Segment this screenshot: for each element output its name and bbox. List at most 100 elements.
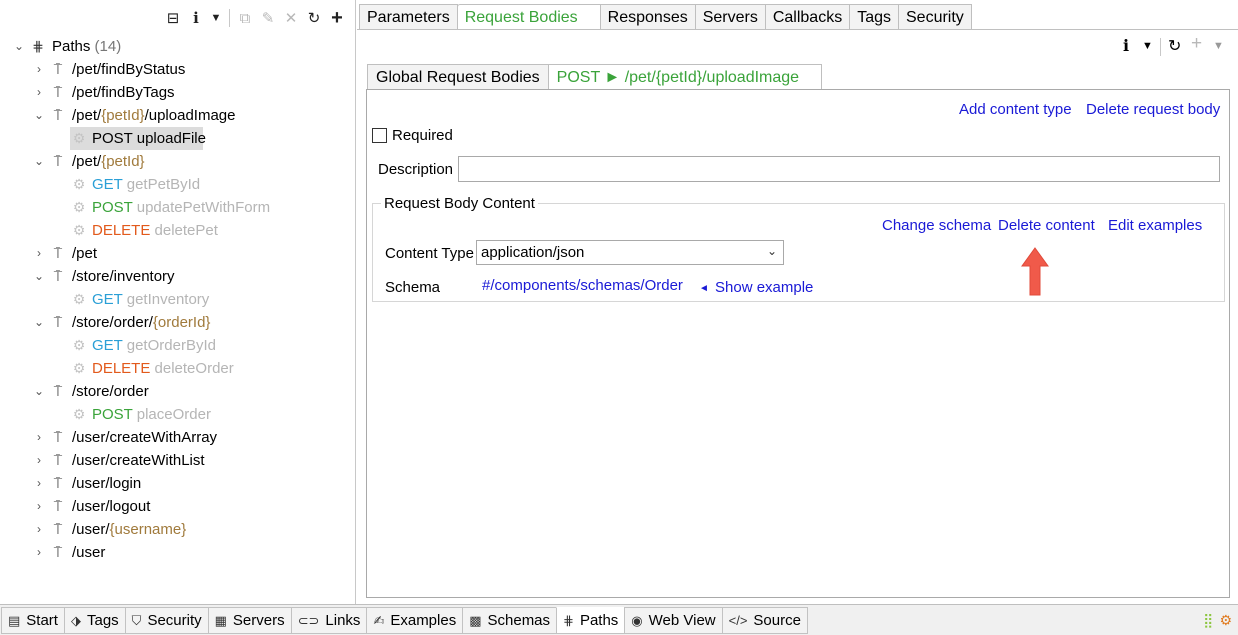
chevron-right-icon[interactable]: › — [32, 518, 46, 541]
path-part: /pet/ — [72, 153, 102, 170]
path-label: /store/order — [72, 383, 149, 400]
tree-operation-item[interactable]: ⚙ GET getOrderById — [0, 334, 356, 357]
info-icon[interactable]: i — [1123, 36, 1129, 58]
schema-icon: ▩ — [469, 612, 482, 628]
chevron-down-icon[interactable]: ▼ — [207, 9, 225, 27]
chevron-right-icon[interactable]: › — [32, 58, 46, 81]
method-label: DELETE — [92, 360, 151, 377]
chevron-right-icon[interactable]: › — [32, 242, 46, 265]
chevron-down-icon[interactable]: ⌄ — [12, 35, 26, 58]
tab-post-upload-image[interactable]: POST ► /pet/{petId}/uploadImage — [547, 64, 823, 90]
edit-examples-link[interactable]: Edit examples — [1108, 217, 1202, 234]
tree-operation-item[interactable]: ⚙ GET getInventory — [0, 288, 356, 311]
copy-icon[interactable]: ⧉ — [236, 9, 254, 27]
tree-operation-item[interactable]: ⚙ DELETE deletePet — [0, 219, 356, 242]
tree-operation-item[interactable]: ⚙ DELETE deleteOrder — [0, 357, 356, 380]
tree-path-item[interactable]: › ⍑ /user/createWithArray — [0, 426, 356, 449]
operation-label: DELETE deleteOrder — [92, 357, 234, 380]
chevron-down-icon[interactable]: ▼ — [1213, 40, 1224, 62]
path-label: /pet/findByTags — [72, 84, 175, 101]
collapse-all-icon[interactable]: ⊟ — [164, 9, 182, 27]
tree-path-item[interactable]: › ⍑ /pet/findByStatus — [0, 58, 356, 81]
required-checkbox[interactable] — [372, 128, 387, 143]
tab-request-bodies[interactable]: Request Bodies — [456, 4, 601, 30]
schema-ref-link[interactable]: #/components/schemas/Order — [482, 277, 683, 294]
path-icon: ⍑ — [53, 429, 63, 445]
chevron-right-icon[interactable]: › — [32, 495, 46, 518]
info-icon[interactable]: i — [187, 9, 205, 27]
path-param: {orderId} — [152, 314, 211, 331]
tree-root-paths[interactable]: ⌄ ⋕ Paths (14) — [0, 35, 356, 58]
tab-servers-bottom[interactable]: ▦ Servers — [207, 607, 292, 634]
chevron-right-icon[interactable]: › — [32, 426, 46, 449]
tab-schemas[interactable]: ▩ Schemas — [462, 607, 558, 634]
path-label: /user/createWithArray — [72, 429, 218, 446]
add-icon[interactable]: + — [328, 7, 346, 29]
tab-links[interactable]: ⊂⊃ Links — [290, 607, 368, 634]
tree-path-item[interactable]: › ⍑ /user/login — [0, 472, 356, 495]
delete-request-body-link[interactable]: Delete request body — [1086, 101, 1220, 118]
change-schema-link[interactable]: Change schema — [882, 217, 991, 234]
tree-path-item[interactable]: ⌄ ⍑ /store/order — [0, 380, 356, 403]
tree-path-item[interactable]: ⌄ ⍑ /store/order/{orderId} — [0, 311, 356, 334]
chevron-down-icon[interactable]: ⌄ — [32, 380, 46, 403]
triangle-left-icon[interactable]: ◄ — [699, 283, 709, 294]
tree-path-item[interactable]: › ⍑ /user — [0, 541, 356, 564]
tab-start[interactable]: ▤ Start — [1, 607, 65, 634]
tree-path-item[interactable]: › ⍑ /user/createWithList — [0, 449, 356, 472]
refresh-icon[interactable]: ↻ — [1168, 36, 1181, 58]
tree-operation-item[interactable]: ⚙ POST placeOrder — [0, 403, 356, 426]
tab-web-view[interactable]: ◉ Web View — [624, 607, 723, 634]
tab-servers[interactable]: Servers — [694, 4, 766, 30]
tab-security[interactable]: Security — [898, 4, 972, 30]
edit-icon[interactable]: ✎ — [259, 9, 277, 27]
tree-path-item[interactable]: › ⍑ /pet/findByTags — [0, 81, 356, 104]
tab-tags[interactable]: Tags — [849, 4, 899, 30]
tab-source[interactable]: </> Source — [721, 607, 808, 634]
chevron-right-icon[interactable]: › — [32, 472, 46, 495]
required-label: Required — [392, 127, 453, 144]
grid-icon[interactable]: ⣿ — [1203, 612, 1213, 629]
content-type-select[interactable]: application/json ⌄ — [476, 240, 784, 265]
tree-path-item[interactable]: ⌄ ⍑ /store/inventory — [0, 265, 356, 288]
tab-responses[interactable]: Responses — [599, 4, 696, 30]
tab-paths[interactable]: ⋕ Paths — [556, 607, 626, 634]
tab-security-bottom[interactable]: ⛉ Security — [124, 607, 209, 634]
operation-name: uploadFile — [136, 130, 206, 147]
chevron-down-icon[interactable]: ⌄ — [32, 265, 46, 288]
description-input[interactable] — [458, 156, 1220, 182]
chevron-right-icon[interactable]: › — [32, 541, 46, 564]
tree-path-item[interactable]: › ⍑ /pet — [0, 242, 356, 265]
chevron-right-icon[interactable]: › — [32, 449, 46, 472]
chevron-down-icon[interactable]: ⌄ — [32, 311, 46, 334]
tree-operation-item[interactable]: ⚙ POST updatePetWithForm — [0, 196, 356, 219]
document-icon: ▤ — [8, 612, 21, 628]
path-label: /user/createWithList — [72, 452, 205, 469]
tree-operation-item-selected[interactable]: ⚙ POST uploadFile — [0, 127, 356, 150]
tab-tags-bottom[interactable]: ⬗ Tags — [63, 607, 126, 634]
delete-icon[interactable]: ✕ — [282, 9, 300, 27]
tree-path-item[interactable]: ⌄ ⍑ /pet/{petId}/uploadImage — [0, 104, 356, 127]
tree-path-item[interactable]: ⌄ ⍑ /pet/{petId} — [0, 150, 356, 173]
tree-path-item[interactable]: › ⍑ /user/logout — [0, 495, 356, 518]
add-icon[interactable]: + — [1191, 33, 1202, 55]
chevron-down-icon[interactable]: ⌄ — [32, 150, 46, 173]
path-part: /uploadImage — [144, 107, 236, 124]
tab-callbacks[interactable]: Callbacks — [764, 4, 851, 30]
delete-content-link[interactable]: Delete content — [998, 217, 1095, 234]
tab-label: Web View — [648, 611, 716, 629]
chevron-right-icon[interactable]: › — [32, 81, 46, 104]
tree-path-item[interactable]: › ⍑ /user/{username} — [0, 518, 356, 541]
chevron-down-icon[interactable]: ⌄ — [32, 104, 46, 127]
tree-operation-item[interactable]: ⚙ GET getPetById — [0, 173, 356, 196]
add-content-type-link[interactable]: Add content type — [959, 101, 1072, 118]
tab-examples[interactable]: ✍ Examples — [366, 607, 464, 634]
show-example-link[interactable]: Show example — [715, 279, 813, 296]
chevron-down-icon[interactable]: ▼ — [1142, 40, 1153, 62]
tab-global-request-bodies[interactable]: Global Request Bodies — [367, 64, 549, 90]
gears-icon[interactable]: ⚙ — [1219, 612, 1232, 629]
refresh-icon[interactable]: ↻ — [305, 9, 323, 27]
path-part: /user/ — [72, 521, 110, 538]
tab-parameters[interactable]: Parameters — [359, 4, 458, 30]
tab-label: Paths — [579, 611, 619, 629]
